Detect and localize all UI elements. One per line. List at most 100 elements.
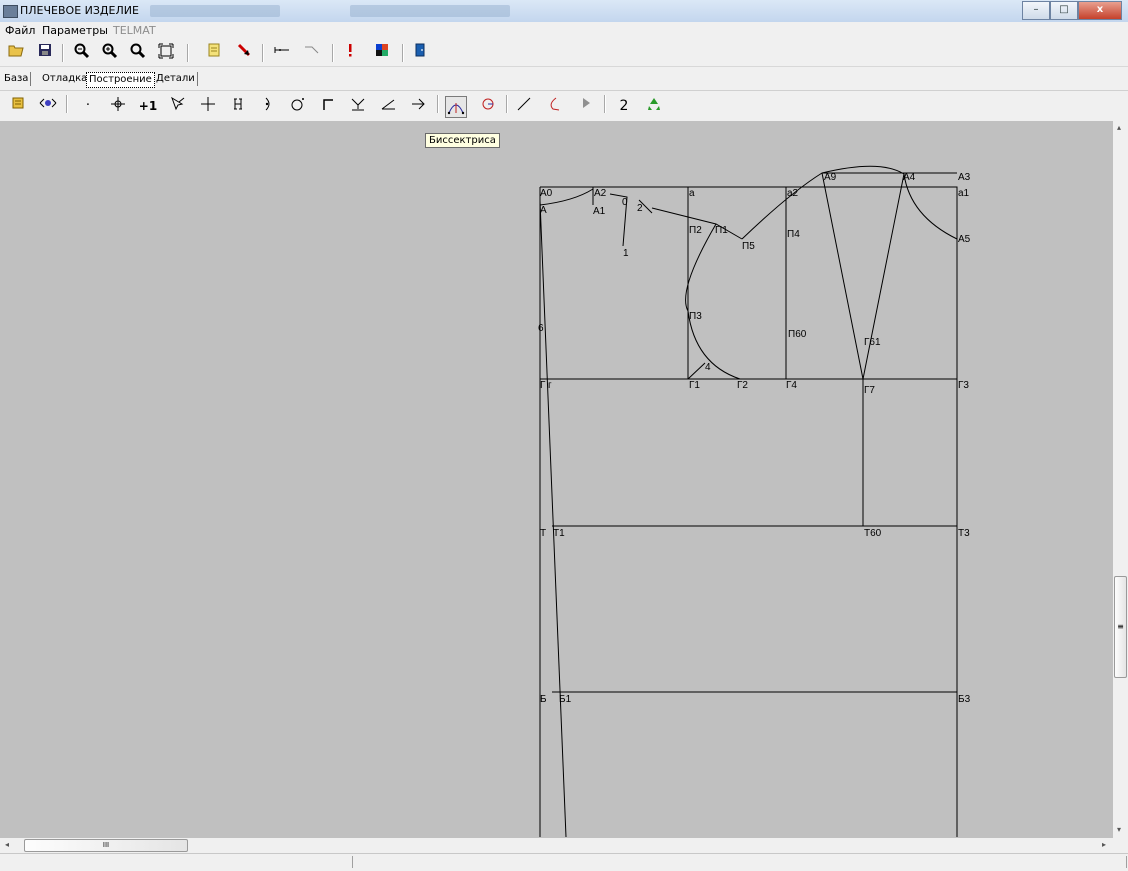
- pattern-lines: [539, 165, 958, 838]
- point-label: Т3: [958, 528, 970, 539]
- point-icon[interactable]: ·: [78, 96, 98, 116]
- construction-toolbar: · +1 2: [0, 90, 1128, 122]
- point-label: П60: [788, 329, 807, 340]
- point-label: Г7: [864, 385, 875, 396]
- menu-file[interactable]: Файл: [5, 24, 35, 37]
- status-pane-right: [354, 856, 1127, 868]
- horizontal-scroll-thumb[interactable]: III: [24, 839, 188, 852]
- status-pane-left: [0, 856, 353, 868]
- main-toolbar: [0, 40, 1128, 67]
- open-icon[interactable]: [6, 43, 26, 63]
- point-label: Г: [540, 380, 546, 391]
- angle-icon[interactable]: [378, 96, 398, 116]
- separator: [187, 44, 189, 62]
- point-plus-icon[interactable]: +1: [138, 96, 158, 116]
- close-button[interactable]: x: [1078, 1, 1122, 20]
- point-label: А5: [958, 234, 971, 245]
- point-label: 1: [623, 248, 629, 259]
- save-icon[interactable]: [35, 43, 55, 63]
- menu-bar: Файл Параметры TELMAT: [0, 22, 1128, 40]
- point-label: г: [548, 380, 552, 391]
- taskbar-ghost: [150, 5, 280, 17]
- status-bar: [0, 853, 1128, 871]
- point-label: П4: [787, 229, 800, 240]
- corner-icon[interactable]: [318, 96, 338, 116]
- arc-point-icon[interactable]: [258, 96, 278, 116]
- point-label: 4: [705, 362, 711, 373]
- point-label: П5: [742, 241, 755, 252]
- scroll-right-icon[interactable]: ▸: [1102, 840, 1106, 849]
- eye-icon[interactable]: [38, 96, 58, 116]
- vertical-scroll-thumb[interactable]: ≡: [1114, 576, 1127, 678]
- exit-door-icon[interactable]: [410, 43, 430, 63]
- separator: [66, 95, 68, 113]
- exclamation-icon[interactable]: [340, 43, 360, 63]
- separator: [506, 95, 508, 113]
- separator: [402, 44, 404, 62]
- separator: [62, 44, 64, 62]
- point-label: Б: [540, 694, 547, 705]
- pointer-arrow-icon[interactable]: [234, 43, 254, 63]
- drawing-canvas[interactable]: А0 А2 А А1 0 1 2 а П2 П1 П5 а2 П4 А9 А4 А3 а1 А5 П3 П60 Г61 4…: [0, 121, 1113, 838]
- point-label: А0: [540, 188, 553, 199]
- tooltip: Биссектриса: [425, 133, 500, 148]
- point-label: а2: [787, 188, 799, 199]
- vertical-scrollbar[interactable]: ▴ ≡ ▾: [1113, 121, 1128, 838]
- point-label: Т60: [864, 528, 882, 539]
- point-label: а1: [958, 188, 970, 199]
- measure-diagonal-icon[interactable]: [302, 43, 322, 63]
- bracket-icon[interactable]: [228, 96, 248, 116]
- select-icon[interactable]: [168, 96, 188, 116]
- tab-details[interactable]: Детали: [154, 72, 198, 86]
- bisector-angle-icon[interactable]: [348, 96, 368, 116]
- zoom-in-icon[interactable]: [100, 43, 120, 63]
- tab-base[interactable]: База: [2, 72, 32, 86]
- point-label: А2: [594, 188, 607, 199]
- title-bar: ПЛЕЧЕВОЕ ИЗДЕЛИЕ – □ x: [0, 0, 1128, 23]
- arrow-icon[interactable]: [408, 96, 428, 116]
- separator: [332, 44, 334, 62]
- play-icon[interactable]: [576, 96, 596, 116]
- bisector-icon[interactable]: [445, 96, 467, 118]
- menu-params[interactable]: Параметры: [42, 24, 108, 37]
- point-label: П2: [689, 225, 702, 236]
- scroll-down-icon[interactable]: ▾: [1117, 825, 1121, 834]
- circle-point-icon[interactable]: [288, 96, 308, 116]
- point-label: Г1: [689, 380, 700, 391]
- curve-icon[interactable]: [544, 96, 564, 116]
- book-icon[interactable]: [8, 96, 28, 116]
- scroll-left-icon[interactable]: ◂: [5, 840, 9, 849]
- move-icon[interactable]: [108, 96, 128, 116]
- point-label: 0: [622, 197, 628, 208]
- line-icon[interactable]: [514, 96, 534, 116]
- point-label: Т1: [553, 528, 565, 539]
- maximize-button[interactable]: □: [1050, 1, 1078, 20]
- cross-icon[interactable]: [198, 96, 218, 116]
- point-label: А4: [903, 172, 916, 183]
- minimize-button[interactable]: –: [1022, 1, 1050, 20]
- scroll-up-icon[interactable]: ▴: [1117, 123, 1121, 132]
- menu-telmat[interactable]: TELMAT: [113, 24, 156, 37]
- scroll-corner: [1113, 838, 1128, 853]
- recycle-icon[interactable]: [644, 96, 664, 116]
- tab-debug[interactable]: Отладка: [40, 72, 91, 86]
- point-label: А: [540, 205, 547, 216]
- fit-window-icon[interactable]: [156, 43, 176, 63]
- number-icon[interactable]: 2: [614, 96, 634, 116]
- zoom-out-icon[interactable]: [72, 43, 92, 63]
- point-label: П3: [689, 311, 702, 322]
- tab-construction[interactable]: Построение: [86, 72, 155, 88]
- point-label: Г61: [864, 337, 881, 348]
- point-label: Т: [540, 528, 546, 539]
- page-icon[interactable]: [204, 43, 224, 63]
- zoom-icon[interactable]: [128, 43, 148, 63]
- window-title: ПЛЕЧЕВОЕ ИЗДЕЛИЕ: [20, 4, 139, 17]
- separator: [262, 44, 264, 62]
- separator: [604, 95, 606, 113]
- pattern-drawing: А0 А2 А А1 0 1 2 а П2 П1 П5 а2 П4 А9 А4 А3 а1 А5 П3 П60 Г61 4…: [538, 165, 971, 838]
- horizontal-scrollbar[interactable]: ◂ III ▸: [0, 838, 1113, 853]
- colors-icon[interactable]: [372, 43, 392, 63]
- measure-line-icon[interactable]: [272, 43, 292, 63]
- circle-icon[interactable]: [478, 96, 498, 116]
- point-label: А3: [958, 172, 971, 183]
